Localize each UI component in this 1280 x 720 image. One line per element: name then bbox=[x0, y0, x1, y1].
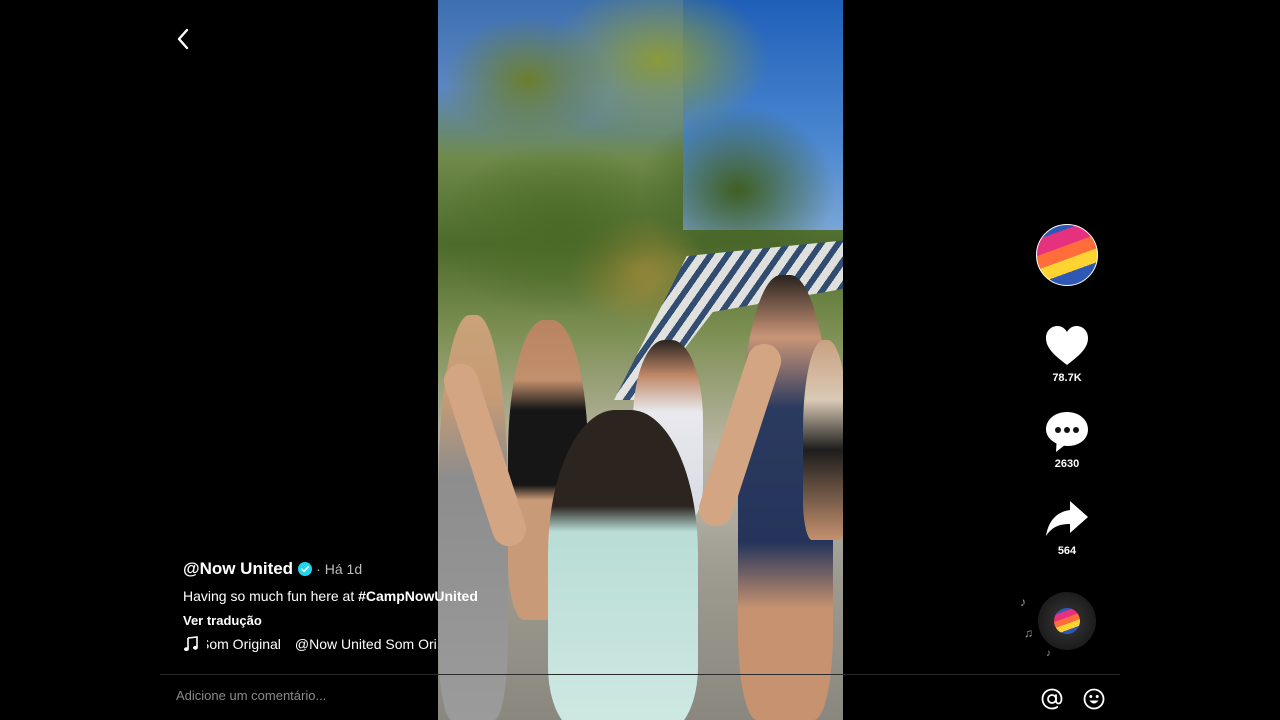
post-time: Há 1d bbox=[324, 561, 363, 577]
comment-button[interactable]: 2630 bbox=[1037, 409, 1097, 470]
video-caption: @Now United · Há 1d Having so much fun h… bbox=[183, 558, 603, 652]
music-track-marquee: Som Original @Now United Som Ori bbox=[207, 636, 451, 652]
back-button[interactable] bbox=[170, 26, 196, 52]
music-note-icon: ♪ bbox=[1020, 595, 1026, 609]
music-disc-cover bbox=[1054, 608, 1080, 634]
music-author: @Now United Som Ori bbox=[294, 636, 437, 652]
music-note-icon: ♫ bbox=[1024, 626, 1033, 640]
description-text: Having so much fun here at bbox=[183, 588, 359, 604]
smiley-icon bbox=[1083, 688, 1105, 710]
music-row: Som Original @Now United Som Ori bbox=[183, 636, 468, 652]
time-separator: · bbox=[316, 561, 321, 577]
comment-count: 2630 bbox=[1054, 458, 1080, 470]
share-arrow-icon bbox=[1046, 501, 1088, 536]
speech-bubble-icon bbox=[1046, 412, 1088, 452]
music-note-icon: ♪ bbox=[1046, 648, 1051, 659]
author-avatar[interactable] bbox=[1036, 224, 1098, 286]
share-button[interactable]: 564 bbox=[1037, 496, 1097, 557]
music-note-icon bbox=[184, 636, 198, 652]
at-sign-icon bbox=[1041, 688, 1063, 710]
video-description: Having so much fun here at #CampNowUnite… bbox=[183, 588, 603, 604]
author-name[interactable]: @Now United bbox=[183, 559, 293, 579]
hashtag-link[interactable]: #CampNowUnited bbox=[358, 588, 478, 604]
translate-link[interactable]: Ver tradução bbox=[183, 613, 603, 628]
video-player-page: 78.7K 2630 564 ♪ ♫ ♪ @Now United · Há 1d bbox=[0, 0, 1280, 720]
comment-bar-divider bbox=[160, 674, 1120, 675]
music-track-link[interactable]: Som Original @Now United Som Ori bbox=[207, 636, 468, 652]
verified-badge-icon bbox=[298, 562, 313, 576]
emoji-button[interactable] bbox=[1082, 687, 1106, 711]
author-row: @Now United · Há 1d bbox=[183, 558, 603, 580]
music-disc[interactable] bbox=[1038, 592, 1096, 650]
share-count: 564 bbox=[1057, 545, 1077, 557]
video-person bbox=[803, 340, 843, 540]
comment-input[interactable]: Adicione um comentário... bbox=[176, 688, 776, 710]
like-button[interactable]: 78.7K bbox=[1037, 323, 1097, 384]
music-title: Som Original bbox=[207, 636, 281, 652]
heart-icon bbox=[1046, 326, 1088, 365]
mention-button[interactable] bbox=[1040, 687, 1064, 711]
like-count: 78.7K bbox=[1052, 372, 1082, 384]
chevron-left-icon bbox=[177, 28, 189, 50]
